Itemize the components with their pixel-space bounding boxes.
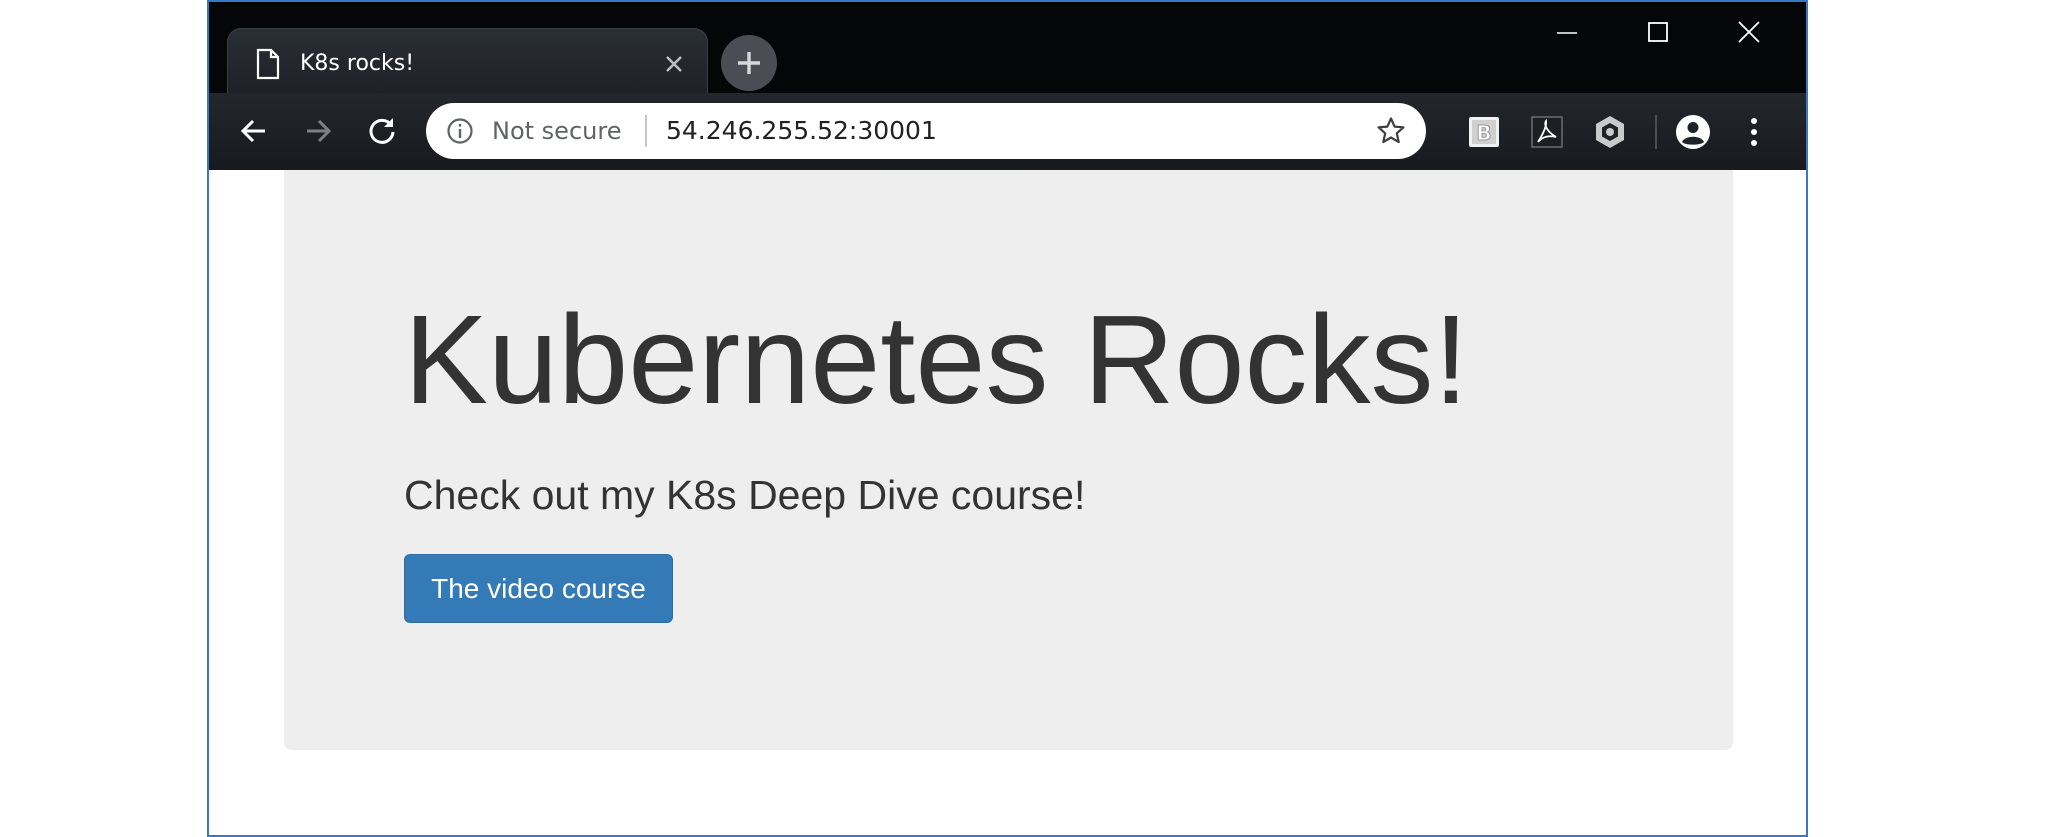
lead-text: Check out my K8s Deep Dive course! <box>404 472 1086 518</box>
minimize-button[interactable] <box>1537 12 1597 52</box>
plus-icon <box>738 52 760 74</box>
arrow-left-icon <box>240 119 265 143</box>
maximize-button[interactable] <box>1628 12 1688 52</box>
info-icon[interactable] <box>446 117 474 145</box>
jumbotron: Kubernetes Rocks! Check out my K8s Deep … <box>284 170 1733 750</box>
omnibox-divider <box>645 115 647 147</box>
bootstrap-extension-icon[interactable]: B <box>1466 114 1502 150</box>
hexagon-extension-icon[interactable] <box>1592 114 1628 150</box>
reload-icon <box>369 118 395 144</box>
tab-title: K8s rocks! <box>300 51 415 76</box>
new-tab-button[interactable] <box>721 35 777 91</box>
pdf-extension-icon[interactable] <box>1529 114 1565 150</box>
browser-toolbar: Not secure 54.246.255.52:30001 B <box>209 93 1806 170</box>
page-heading: Kubernetes Rocks! <box>404 289 1469 430</box>
browser-window: K8s rocks! Not secure 54.246.255.52:3000… <box>207 0 1808 837</box>
back-button[interactable] <box>234 111 274 151</box>
close-icon <box>1738 21 1760 43</box>
more-menu-icon[interactable] <box>1744 113 1764 151</box>
profile-avatar-icon[interactable] <box>1674 113 1712 151</box>
svg-text:B: B <box>1476 121 1491 145</box>
star-icon[interactable] <box>1376 116 1406 146</box>
minimize-icon <box>1557 32 1577 34</box>
page-viewport: Kubernetes Rocks! Check out my K8s Deep … <box>209 170 1806 835</box>
url-text[interactable]: 54.246.255.52:30001 <box>666 115 937 147</box>
toolbar-divider <box>1655 115 1657 149</box>
video-course-button[interactable]: The video course <box>404 554 673 623</box>
active-tab[interactable]: K8s rocks! <box>227 28 708 95</box>
forward-button[interactable] <box>298 111 338 151</box>
tab-strip: K8s rocks! <box>209 2 1806 95</box>
close-window-button[interactable] <box>1719 12 1779 52</box>
page-icon <box>255 48 281 80</box>
reload-button[interactable] <box>362 111 402 151</box>
arrow-right-icon <box>307 119 332 143</box>
address-bar[interactable]: Not secure 54.246.255.52:30001 <box>426 103 1426 159</box>
security-label[interactable]: Not secure <box>492 115 621 147</box>
maximize-icon <box>1648 22 1668 42</box>
tab-close-icon[interactable] <box>661 51 687 77</box>
